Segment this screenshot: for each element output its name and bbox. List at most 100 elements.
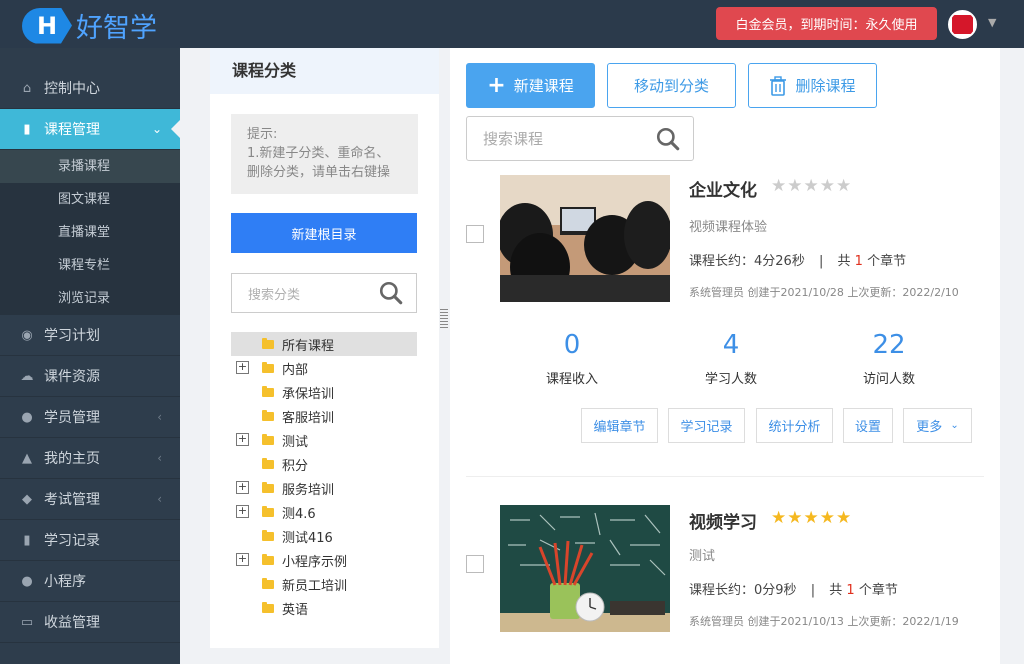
sidebar: ⌂ 控制中心 ▮ 课程管理 ⌄ 录播课程 图文课程 直播课堂 课程专栏 浏览记录 ◉ 学… bbox=[0, 48, 181, 664]
tree-node[interactable]: + 测试 bbox=[231, 428, 417, 452]
category-search[interactable]: 搜索分类 bbox=[231, 273, 417, 313]
stat-label: 课程收入 bbox=[545, 372, 598, 387]
tree-node[interactable]: 新员工培训 bbox=[231, 572, 417, 596]
course-meta: 系统管理员 创建于2021/10/28 上次更新：2022/2/10 bbox=[689, 286, 959, 299]
sidebar-item-students[interactable]: ● 学员管理 ‹ bbox=[0, 397, 180, 438]
delete-course-button[interactable]: 删除课程 bbox=[748, 63, 877, 108]
folder-icon bbox=[262, 386, 274, 397]
sidebar-item-label: 学员管理 bbox=[44, 410, 100, 426]
folder-icon bbox=[262, 578, 274, 589]
statistics-button[interactable]: 统计分析 bbox=[756, 408, 833, 443]
chapter-count: 1 bbox=[846, 583, 855, 598]
expand-icon[interactable]: + bbox=[236, 553, 249, 566]
expand-icon[interactable]: + bbox=[236, 361, 249, 374]
submenu-live[interactable]: 直播课堂 bbox=[0, 216, 180, 249]
submenu-column[interactable]: 课程专栏 bbox=[0, 249, 180, 282]
sidebar-item-label: 考试管理 bbox=[44, 492, 100, 508]
search-icon[interactable] bbox=[655, 126, 681, 152]
chapter-prefix: 共 bbox=[837, 254, 851, 269]
tree-node-label: 所有课程 bbox=[282, 338, 335, 354]
sidebar-item-plan[interactable]: ◉ 学习计划 bbox=[0, 315, 180, 356]
tree-node-label: 服务培训 bbox=[282, 482, 335, 498]
logo[interactable]: H 好智学 bbox=[22, 6, 157, 45]
course-checkbox[interactable] bbox=[466, 555, 484, 573]
folder-icon bbox=[262, 458, 274, 469]
length-label: 课程长约： bbox=[689, 583, 755, 598]
sidebar-item-miniprogram[interactable]: ● 小程序 bbox=[0, 561, 180, 602]
course-list-panel: + 新建课程 移动到分类 删除课程 搜索课程 企业文化 ★★★★★ 视频课程体验 … bbox=[450, 48, 1000, 664]
settings-button[interactable]: 设置 bbox=[843, 408, 893, 443]
course-search-placeholder: 搜索课程 bbox=[483, 130, 544, 148]
sidebar-item-exams[interactable]: ◆ 考试管理 ‹ bbox=[0, 479, 180, 520]
length-label: 课程长约： bbox=[689, 254, 755, 269]
folder-icon bbox=[262, 602, 274, 613]
tree-node[interactable]: 积分 bbox=[231, 452, 417, 476]
tree-node[interactable]: + 测4.6 bbox=[231, 500, 417, 524]
wechat-icon: ● bbox=[21, 573, 33, 589]
sidebar-item-label: 学习记录 bbox=[44, 533, 100, 549]
tip-line: 删除分类，请单击右键操 bbox=[247, 165, 391, 180]
folder-icon bbox=[262, 362, 274, 373]
chapter-count: 1 bbox=[854, 254, 863, 269]
course-thumbnail[interactable] bbox=[500, 505, 670, 632]
tree-node[interactable]: 英语 bbox=[231, 596, 417, 620]
move-category-button[interactable]: 移动到分类 bbox=[607, 63, 736, 108]
expand-icon[interactable]: + bbox=[236, 481, 249, 494]
new-root-button[interactable]: 新建根目录 bbox=[231, 213, 417, 253]
info-divider: | bbox=[818, 254, 824, 269]
course-title[interactable]: 视频学习 bbox=[689, 508, 757, 533]
tree-node[interactable]: 客服培训 bbox=[231, 404, 417, 428]
tree-node[interactable]: 测试416 bbox=[231, 524, 417, 548]
avatar[interactable] bbox=[948, 10, 977, 39]
sidebar-item-dashboard[interactable]: ⌂ 控制中心 bbox=[0, 68, 180, 109]
submenu-history[interactable]: 浏览记录 bbox=[0, 282, 180, 315]
sidebar-item-homepage[interactable]: ▲ 我的主页 ‹ bbox=[0, 438, 180, 479]
membership-badge[interactable]: 白金会员，到期时间：永久使用 bbox=[716, 7, 937, 40]
users-icon: ● bbox=[21, 409, 33, 425]
course-search[interactable]: 搜索课程 bbox=[466, 116, 694, 161]
course-info: 课程长约：0分9秒 | 共 1 个章节 bbox=[689, 579, 898, 598]
notebook-icon: ▮ bbox=[23, 532, 31, 548]
stat-value: 22 bbox=[872, 330, 906, 360]
course-meta: 系统管理员 创建于2021/10/13 上次更新：2022/1/19 bbox=[689, 615, 959, 628]
chevron-down-icon[interactable]: ▼ bbox=[988, 16, 996, 29]
sidebar-item-revenue[interactable]: ▭ 收益管理 bbox=[0, 602, 180, 643]
sidebar-item-records[interactable]: ▮ 学习记录 bbox=[0, 520, 180, 561]
search-icon[interactable] bbox=[378, 280, 404, 306]
sidebar-item-label: 我的主页 bbox=[44, 451, 100, 467]
tree-node[interactable]: + 服务培训 bbox=[231, 476, 417, 500]
tree-node[interactable]: + 内部 bbox=[231, 356, 417, 380]
tree-node[interactable]: 承保培训 bbox=[231, 380, 417, 404]
sidebar-item-resources[interactable]: ☁ 课件资源 bbox=[0, 356, 180, 397]
study-records-button[interactable]: 学习记录 bbox=[668, 408, 745, 443]
new-course-button[interactable]: + 新建课程 bbox=[466, 63, 595, 108]
star-icon: ★★★★★ bbox=[771, 508, 853, 528]
cloud-icon: ☁ bbox=[20, 368, 34, 384]
edit-chapters-button[interactable]: 编辑章节 bbox=[581, 408, 658, 443]
tree-node-label: 承保培训 bbox=[282, 386, 335, 402]
folder-icon bbox=[262, 530, 274, 541]
sidebar-item-courses[interactable]: ▮ 课程管理 ⌄ bbox=[0, 109, 181, 150]
expand-icon[interactable]: + bbox=[236, 505, 249, 518]
tip-line: 提示: bbox=[247, 127, 278, 142]
submenu-article[interactable]: 图文课程 bbox=[0, 183, 180, 216]
sidebar-item-label: 学习计划 bbox=[44, 328, 100, 344]
expand-icon[interactable]: + bbox=[236, 433, 249, 446]
chapter-prefix: 共 bbox=[829, 583, 843, 598]
rating-stars: ★★★★★ bbox=[771, 176, 852, 196]
tree-node[interactable]: 所有课程 bbox=[231, 332, 417, 356]
tree-node-label: 内部 bbox=[282, 362, 309, 378]
more-button[interactable]: 更多 ⌄ bbox=[903, 408, 972, 443]
submenu-recorded[interactable]: 录播课程 bbox=[0, 150, 180, 183]
resize-handle[interactable] bbox=[440, 309, 448, 328]
course-info: 课程长约：4分26秒 | 共 1 个章节 bbox=[689, 250, 906, 269]
course-thumbnail[interactable] bbox=[500, 175, 670, 302]
tree-node-label: 积分 bbox=[282, 458, 309, 474]
course-title[interactable]: 企业文化 bbox=[689, 176, 757, 201]
course-desc: 测试 bbox=[689, 549, 716, 564]
folder-icon bbox=[262, 338, 274, 349]
tree-node[interactable]: + 小程序示例 bbox=[231, 548, 417, 572]
stat-value: 4 bbox=[722, 330, 740, 360]
sidebar-item-label: 小程序 bbox=[44, 574, 86, 590]
course-checkbox[interactable] bbox=[466, 225, 484, 243]
